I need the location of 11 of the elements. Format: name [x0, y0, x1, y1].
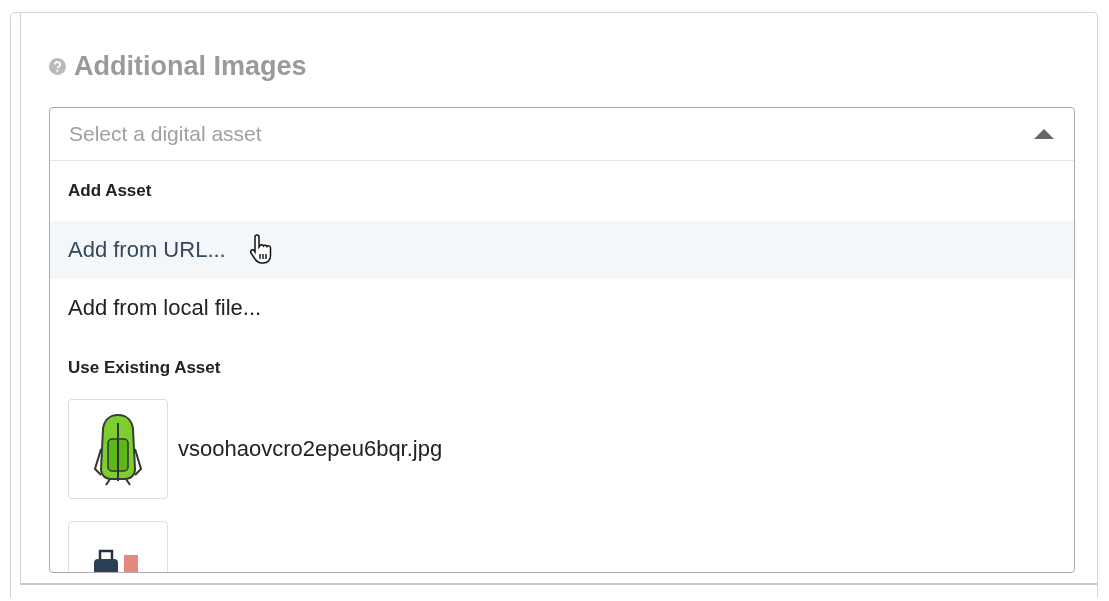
- hand-cursor-icon: [247, 234, 274, 266]
- group-header: Use Existing Asset: [67, 357, 222, 379]
- select-placeholder: Select a digital asset: [69, 122, 262, 146]
- asset-filename[interactable]: vsoohaovcro2epeu6bqr.jpg: [178, 436, 443, 462]
- asset-thumbnail[interactable]: [68, 399, 168, 499]
- section-title: Additional Images: [74, 50, 307, 82]
- group-header: Add Asset: [67, 180, 153, 202]
- menu-option[interactable]: Add from local file...: [50, 279, 1074, 337]
- caret-icon: [1034, 129, 1054, 139]
- help-icon: [49, 57, 66, 75]
- menu-option[interactable]: Add from URL...: [50, 221, 1074, 279]
